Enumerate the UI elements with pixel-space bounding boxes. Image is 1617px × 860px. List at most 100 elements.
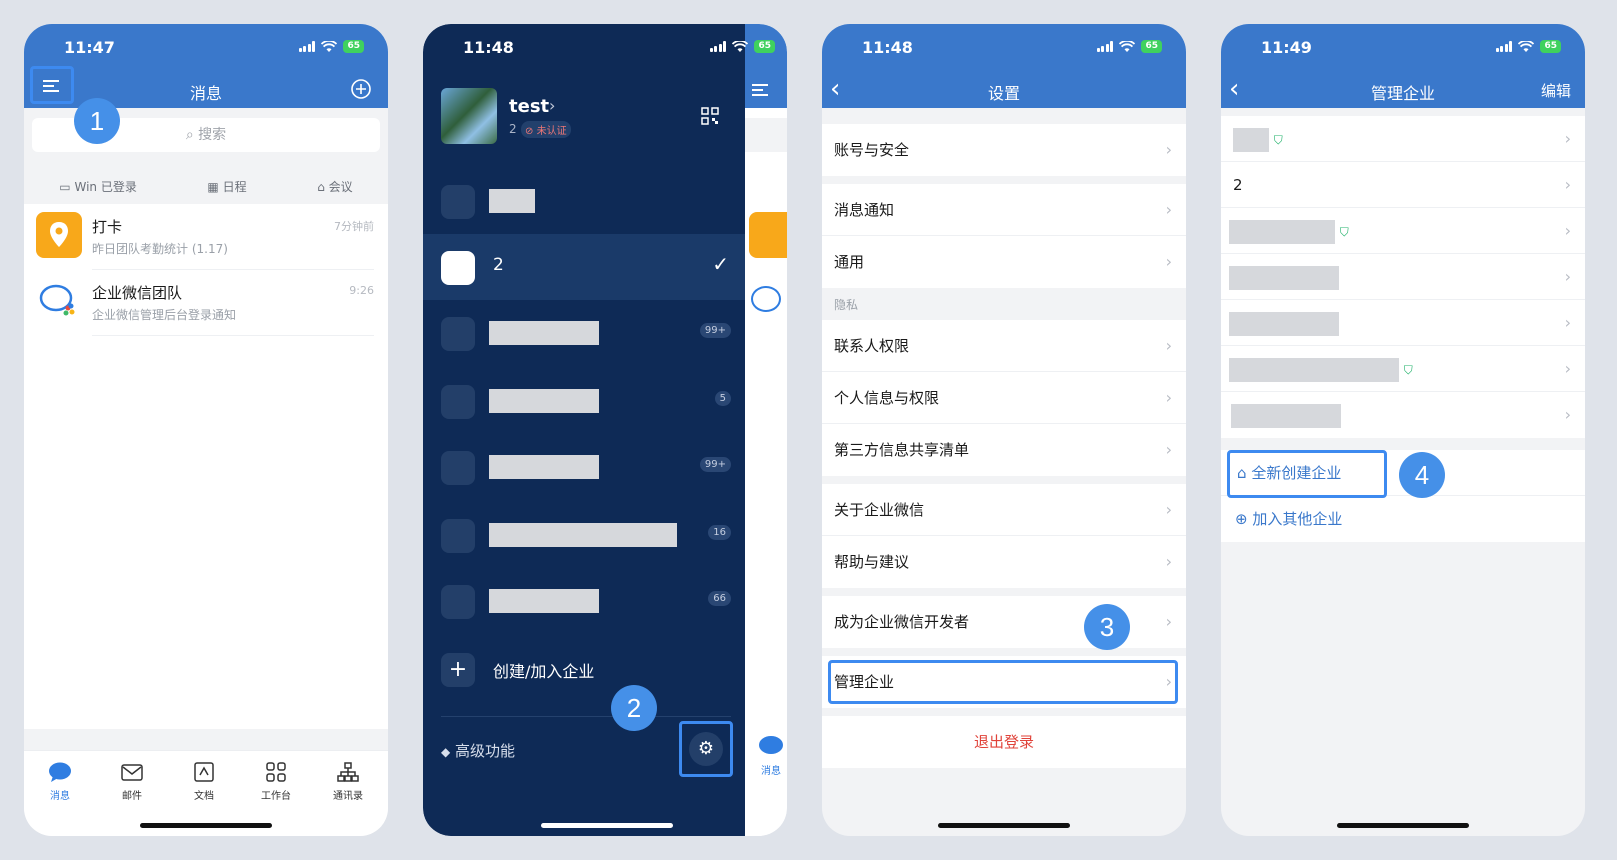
settings-group-account: 账号与安全 › bbox=[822, 124, 1186, 176]
message-item-checkin[interactable]: 打卡 昨日团队考勤统计 (1.17) 7分钟前 bbox=[24, 204, 388, 270]
advanced-icon: ◆ bbox=[441, 745, 451, 759]
building-icon bbox=[441, 317, 475, 351]
user-id: 2 bbox=[509, 122, 517, 136]
settings-row[interactable]: 个人信息与权限 › bbox=[822, 372, 1186, 424]
wifi-icon bbox=[321, 40, 338, 52]
corp-item[interactable]: 99+ bbox=[423, 434, 745, 500]
corp-row[interactable]: ⛉ › bbox=[1221, 208, 1585, 254]
menu-icon bbox=[752, 84, 768, 96]
user-avatar[interactable] bbox=[441, 88, 497, 144]
wifi-icon bbox=[1119, 40, 1136, 52]
edit-button[interactable]: 编辑 bbox=[1541, 80, 1571, 101]
qr-code-icon[interactable] bbox=[701, 107, 719, 125]
battery-icon: 65 bbox=[754, 40, 775, 53]
building-icon bbox=[441, 451, 475, 485]
join-other-corp[interactable]: ⊕ 加入其他企业 bbox=[1221, 496, 1585, 542]
wecom-logo-icon bbox=[36, 278, 82, 324]
chevron-right-icon: › bbox=[1165, 140, 1172, 159]
create-join-corp[interactable]: + 创建/加入企业 bbox=[423, 636, 745, 702]
quick-meeting[interactable]: ⌂ 会议 bbox=[317, 178, 352, 195]
message-time: 7分钟前 bbox=[334, 220, 374, 233]
search-placeholder: 搜索 bbox=[198, 127, 227, 143]
highlight-settings bbox=[679, 721, 733, 777]
chevron-right-icon: › bbox=[1165, 552, 1172, 571]
building-icon bbox=[441, 385, 475, 419]
corp-list: ⛉ › 2 › ⛉ › › › ⛉ › › bbox=[1221, 116, 1585, 438]
check-icon: ✓ bbox=[712, 252, 729, 276]
corp-item[interactable]: 66 bbox=[423, 568, 745, 634]
unread-badge: 16 bbox=[708, 525, 731, 540]
quick-schedule-label: 日程 bbox=[222, 179, 247, 194]
settings-row[interactable]: 通用 › bbox=[822, 236, 1186, 288]
signal-icon bbox=[1495, 41, 1513, 52]
status-time: 11:47 bbox=[64, 38, 115, 57]
monitor-icon: ▭ bbox=[59, 179, 71, 194]
org-chart-icon bbox=[337, 762, 359, 782]
chevron-right-icon: › bbox=[1165, 612, 1172, 631]
row-label: 联系人权限 bbox=[834, 337, 910, 355]
advanced-features[interactable]: ◆ 高级功能 bbox=[441, 740, 515, 761]
settings-group-developer: 成为企业微信开发者 › bbox=[822, 596, 1186, 648]
corp-row[interactable]: › bbox=[1221, 300, 1585, 346]
chevron-right-icon: › bbox=[1564, 359, 1571, 378]
highlight-menu bbox=[30, 66, 74, 104]
chevron-right-icon: › bbox=[1564, 267, 1571, 286]
settings-row[interactable]: 联系人权限 › bbox=[822, 320, 1186, 372]
corp-name: 2 bbox=[1233, 176, 1243, 194]
message-list: 打卡 昨日团队考勤统计 (1.17) 7分钟前 企业微信团队 企业微信管理后台登… bbox=[24, 204, 388, 729]
corp-item[interactable] bbox=[423, 168, 745, 234]
quick-schedule[interactable]: ▦ 日程 bbox=[207, 178, 246, 195]
corp-row[interactable]: 2 › bbox=[1221, 162, 1585, 208]
phone-messages: 11:47 65 消息 1 ⌕ 搜索 ▭ Win 已登录 ▦ 日程 ⌂ 会议 打… bbox=[24, 24, 388, 836]
corp-row[interactable]: › bbox=[1221, 392, 1585, 438]
settings-row[interactable]: 关于企业微信 › bbox=[822, 484, 1186, 536]
phone-manage-corp: 11:49 65 ‹ 管理企业 编辑 ⛉ › 2 › ⛉ › › › ⛉ › ›… bbox=[1221, 24, 1585, 836]
tab-mail[interactable]: 邮件 bbox=[102, 761, 162, 802]
tab-contacts[interactable]: 通讯录 bbox=[318, 761, 378, 802]
corp-item[interactable]: 16 bbox=[423, 502, 745, 568]
location-pin-icon bbox=[749, 212, 787, 258]
message-name: 企业微信团队 bbox=[92, 284, 183, 302]
chevron-right-icon: › bbox=[1165, 500, 1172, 519]
signal-icon bbox=[709, 41, 727, 52]
settings-row[interactable]: 帮助与建议 › bbox=[822, 536, 1186, 588]
user-name[interactable]: test bbox=[509, 96, 549, 117]
tab-docs[interactable]: 文档 bbox=[174, 761, 234, 802]
row-label: 第三方信息共享清单 bbox=[834, 441, 970, 459]
settings-row[interactable]: 消息通知 › bbox=[822, 184, 1186, 236]
home-indicator bbox=[1337, 823, 1469, 828]
step-callout-4: 4 bbox=[1399, 452, 1445, 498]
phone-settings: 11:48 65 ‹ 设置 账号与安全 › 消息通知 › 通用 › 隐私 联系人权限 ›… bbox=[822, 24, 1186, 836]
corp-row[interactable]: ⛉ › bbox=[1221, 116, 1585, 162]
quick-win-login[interactable]: ▭ Win 已登录 bbox=[59, 178, 137, 195]
tab-workbench[interactable]: 工作台 bbox=[246, 761, 306, 802]
building-icon bbox=[441, 251, 475, 285]
wifi-icon bbox=[1518, 40, 1535, 52]
settings-row[interactable]: 第三方信息共享清单 › bbox=[822, 424, 1186, 476]
verified-shield-icon: ⛉ bbox=[1403, 363, 1413, 377]
battery-icon: 65 bbox=[1540, 40, 1561, 53]
settings-group-privacy: 联系人权限 › 个人信息与权限 › 第三方信息共享清单 › bbox=[822, 320, 1186, 476]
settings-row[interactable]: 账号与安全 › bbox=[822, 124, 1186, 176]
corp-item-selected[interactable]: 2 ✓ bbox=[423, 234, 745, 300]
tab-label: 消息 bbox=[761, 766, 781, 777]
add-button[interactable] bbox=[350, 78, 372, 104]
corp-row[interactable]: › bbox=[1221, 254, 1585, 300]
corp-row[interactable]: ⛉ › bbox=[1221, 346, 1585, 392]
plus-circle-icon: ⊕ bbox=[1235, 510, 1248, 528]
logout-button[interactable]: 退出登录 bbox=[822, 716, 1186, 768]
message-item-team[interactable]: 企业微信团队 企业微信管理后台登录通知 9:26 bbox=[24, 270, 388, 336]
unread-badge: 99+ bbox=[699, 457, 731, 472]
corp-item[interactable]: 5 bbox=[423, 368, 745, 434]
settings-row[interactable]: 成为企业微信开发者 › bbox=[822, 596, 1186, 648]
verified-shield-icon: ⛉ bbox=[1339, 225, 1349, 239]
plus-icon: + bbox=[441, 653, 475, 687]
status-time: 11:48 bbox=[463, 38, 514, 57]
tab-messages[interactable]: 消息 bbox=[30, 761, 90, 802]
tab-label: 邮件 bbox=[122, 791, 142, 802]
verified-shield-icon: ⛉ bbox=[1273, 133, 1283, 147]
status-bar: 11:48 65 bbox=[822, 24, 1186, 74]
status-bar: 11:48 65 bbox=[423, 24, 775, 74]
corp-item[interactable]: 99+ bbox=[423, 300, 745, 366]
home-indicator bbox=[541, 823, 673, 828]
